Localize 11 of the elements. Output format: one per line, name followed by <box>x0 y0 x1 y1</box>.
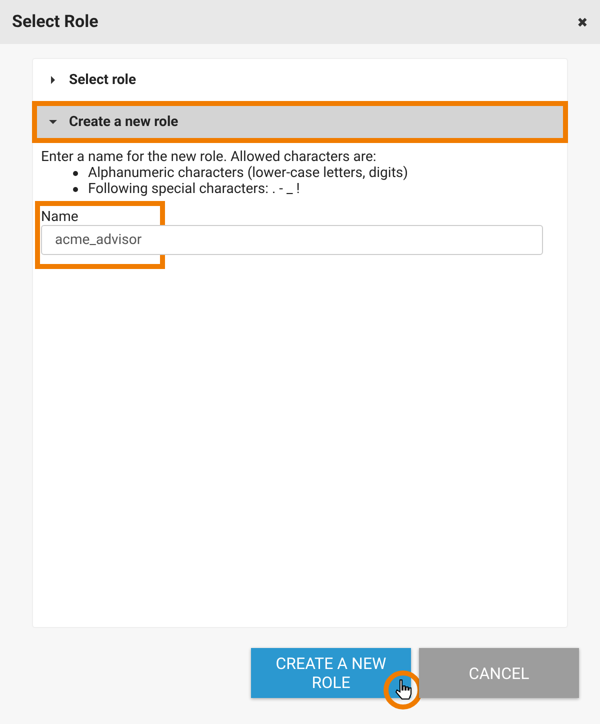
accordion-header[interactable]: Select role <box>32 59 568 101</box>
rule-text: Following special characters: . - _ ! <box>88 181 300 197</box>
instruction-text: Enter a name for the new role. Allowed characters are: <box>41 149 378 165</box>
caret-icon <box>49 76 57 84</box>
name-field[interactable]: acme_advisor <box>41 225 543 255</box>
rule-text: Alphanumeric characters (lower-case letters, digits) <box>88 165 408 181</box>
caret-icon <box>49 118 57 126</box>
dialog-title: Select Role <box>12 12 98 32</box>
close-button[interactable]: ✖ <box>577 14 588 30</box>
field-label: Name <box>41 209 80 225</box>
accordion-header[interactable]: Create a new role <box>32 101 568 143</box>
